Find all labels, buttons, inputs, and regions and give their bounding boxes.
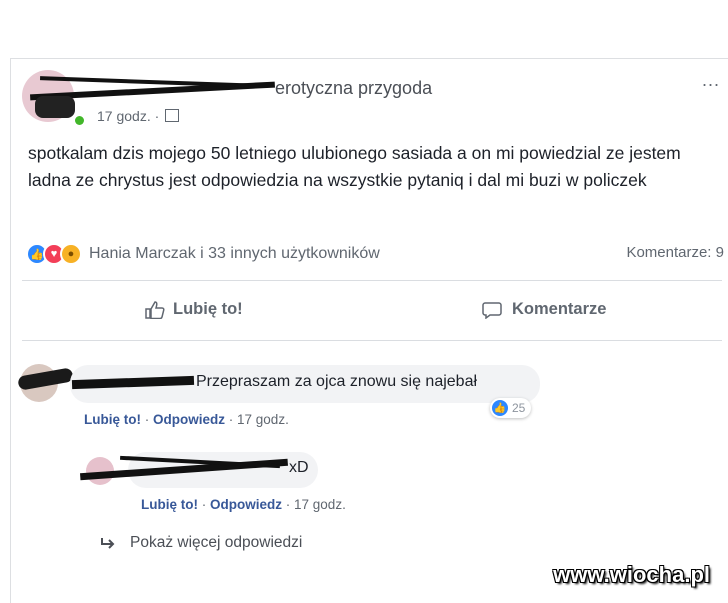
site-watermark: www.wiocha.pl: [553, 562, 710, 587]
comment-button-label: Komentarze: [512, 300, 607, 318]
comment-reaction-count: 25: [512, 401, 526, 415]
more-options-icon[interactable]: ...: [702, 70, 720, 91]
post-time-text: 17 godz. ·: [97, 108, 160, 124]
online-indicator: [75, 116, 84, 125]
wow-reaction-icon: ●: [60, 243, 82, 265]
divider: [22, 280, 722, 281]
comment-reply-link[interactable]: Odpowiedz: [153, 412, 225, 427]
comments-count[interactable]: Komentarze: 9: [626, 244, 724, 261]
post-title[interactable]: erotyczna przygoda: [275, 78, 432, 99]
redaction-scribble: [35, 96, 75, 118]
comment-reactions[interactable]: 👍 25: [490, 398, 532, 418]
post-body: spotkalam dzis mojego 50 letniego ulubio…: [28, 143, 681, 190]
reply-like-link[interactable]: Lubię to!: [141, 497, 198, 512]
comment-button[interactable]: Komentarze: [482, 300, 606, 319]
divider: [22, 340, 722, 341]
like-reaction-icon: 👍: [492, 400, 508, 416]
reactions-text[interactable]: Hania Marczak i 33 innych użytkowników: [89, 245, 380, 263]
like-button-label: Lubię to!: [173, 300, 243, 318]
comment-meta: Lubię to! · Odpowiedz · 17 godz.: [84, 412, 289, 427]
reply-text: xD: [289, 459, 309, 476]
show-more-replies-label: Pokaż więcej odpowiedzi: [130, 534, 303, 551]
comment-bubble-icon: [482, 301, 502, 319]
comment-like-link[interactable]: Lubię to!: [84, 412, 141, 427]
like-thumb-icon: [145, 300, 165, 319]
comment-text: Przepraszam za ojca znowu się najebał: [196, 373, 478, 390]
reply-arrow-icon: [101, 538, 115, 549]
audience-icon[interactable]: [165, 109, 180, 122]
reply-reply-link[interactable]: Odpowiedz: [210, 497, 282, 512]
reactions-summary[interactable]: 👍 ♥ ● Hania Marczak i 33 innych użytkown…: [26, 243, 380, 265]
show-more-replies[interactable]: Pokaż więcej odpowiedzi: [100, 534, 302, 552]
like-button[interactable]: Lubię to!: [145, 300, 243, 319]
reply-meta: Lubię to! · Odpowiedz · 17 godz.: [141, 497, 346, 512]
comment-time[interactable]: · 17 godz.: [229, 412, 289, 427]
reply-time[interactable]: · 17 godz.: [286, 497, 346, 512]
post-timestamp[interactable]: 17 godz. ·: [97, 108, 180, 124]
